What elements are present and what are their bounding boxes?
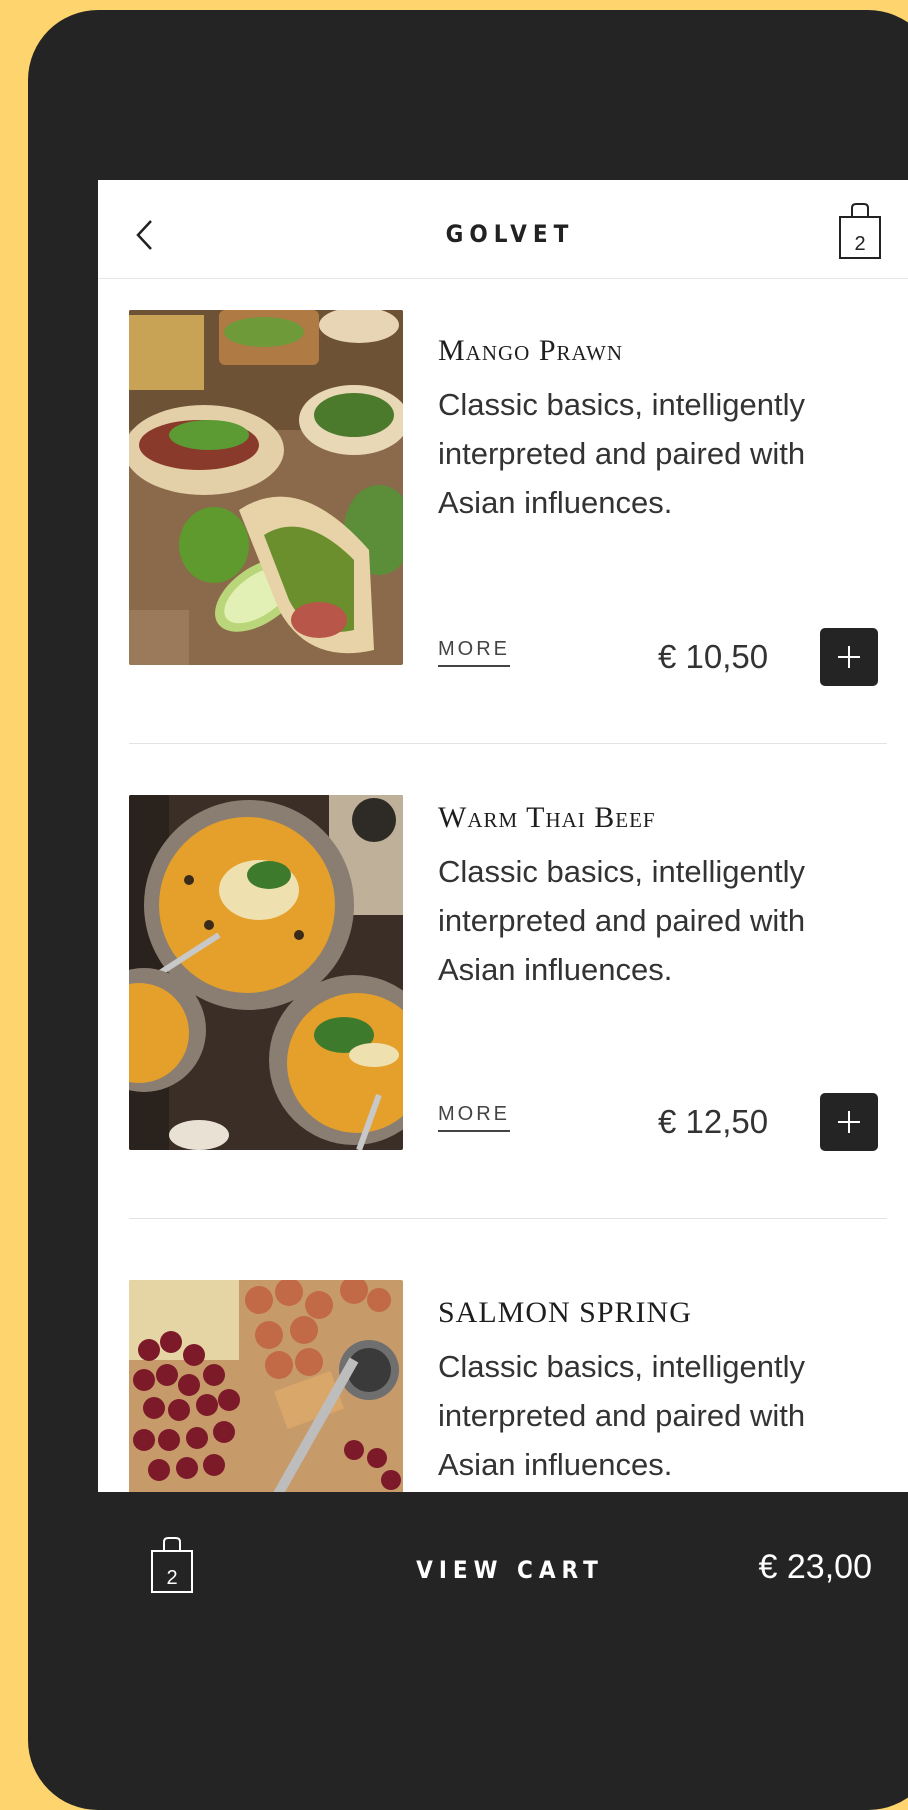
add-to-cart-button[interactable]: [820, 628, 878, 686]
plus-icon: [838, 1111, 860, 1133]
plus-icon: [838, 646, 860, 668]
cart-total: € 23,00: [758, 1548, 872, 1586]
more-link[interactable]: MORE: [438, 638, 510, 667]
page-title: GOLVET: [445, 220, 575, 248]
item-name: SALMON SPRING: [438, 1296, 692, 1329]
soup-photo: [129, 795, 403, 1150]
item-name: Warm Thai Beef: [438, 801, 656, 834]
app-screen: GOLVET 2 Mango Prawn Classic basics, int…: [98, 180, 908, 1650]
item-description: Classic basics, intelligently interprete…: [438, 854, 806, 987]
top-bar: GOLVET 2: [98, 180, 908, 279]
item-price: € 12,50: [658, 1103, 769, 1140]
item-name: Mango Prawn: [438, 334, 623, 367]
tacos-photo: [129, 310, 403, 665]
more-link[interactable]: MORE: [438, 1103, 510, 1132]
view-cart-bar[interactable]: 2 VIEW CART € 23,00: [98, 1492, 908, 1650]
cart-bag-button[interactable]: 2: [838, 202, 882, 260]
divider: [129, 1218, 887, 1219]
cart-count: 2: [854, 233, 866, 255]
divider: [129, 743, 887, 744]
item-description: Classic basics, intelligently interprete…: [438, 1349, 806, 1482]
add-to-cart-button[interactable]: [820, 1093, 878, 1151]
item-price: € 10,50: [658, 638, 769, 675]
phone-frame: GOLVET 2 Mango Prawn Classic basics, int…: [28, 10, 908, 1810]
item-description: Classic basics, intelligently interprete…: [438, 387, 806, 520]
